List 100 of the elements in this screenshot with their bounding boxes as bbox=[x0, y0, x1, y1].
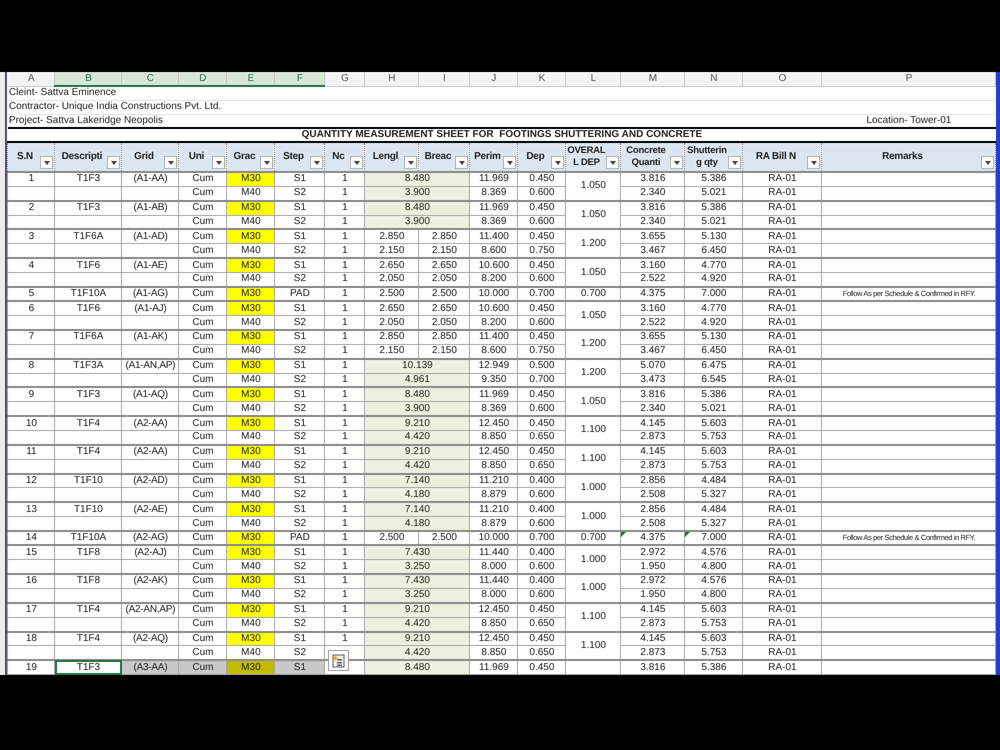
table-cell: (A2-AJ) bbox=[122, 545, 179, 560]
filter-dropdown[interactable] bbox=[310, 156, 324, 169]
filter-dropdown[interactable] bbox=[260, 156, 274, 169]
filter-dropdown[interactable] bbox=[551, 156, 564, 169]
table-cell: 16 bbox=[8, 574, 55, 588]
table-cell: T1F3 bbox=[54, 200, 122, 216]
table-cell: 1.200 bbox=[566, 358, 621, 388]
table-cell: 5.386 bbox=[684, 387, 743, 402]
header-label: Grid bbox=[134, 151, 154, 163]
table-cell bbox=[8, 459, 55, 474]
table-cell: 7 bbox=[8, 330, 55, 344]
column-letter[interactable]: D bbox=[178, 72, 227, 86]
column-letter[interactable]: P bbox=[822, 72, 996, 86]
table-cell bbox=[8, 344, 55, 359]
table-cell bbox=[8, 215, 55, 230]
table-cell: 0.700 bbox=[566, 530, 621, 546]
table-cell: 11.969 bbox=[470, 200, 518, 216]
table-cell: 4.770 bbox=[684, 301, 743, 316]
table-cell: M30 bbox=[226, 358, 275, 374]
filter-dropdown[interactable] bbox=[107, 156, 120, 169]
table-cell: RA-01 bbox=[742, 358, 822, 374]
column-letter[interactable]: J bbox=[470, 72, 518, 86]
filter-dropdown[interactable] bbox=[606, 156, 620, 169]
table-cell: 10.000 bbox=[470, 286, 518, 302]
table-cell: 1.050 bbox=[566, 387, 621, 416]
table-cell: 2.500 bbox=[364, 286, 419, 302]
table-cell: T1F4 bbox=[54, 444, 122, 460]
table-cell: 7.000 bbox=[684, 286, 743, 302]
filter-dropdown[interactable] bbox=[455, 156, 468, 169]
column-letter[interactable]: B bbox=[54, 72, 122, 86]
filter-dropdown[interactable] bbox=[164, 156, 178, 169]
header-label: Breac bbox=[424, 151, 452, 163]
column-letter[interactable]: C bbox=[122, 72, 179, 86]
table-cell: 9.210 bbox=[364, 416, 470, 430]
table-cell: (A2-AN,AP) bbox=[122, 602, 179, 618]
table-cell: (A1-AG) bbox=[122, 286, 179, 302]
table-cell: 2.850 bbox=[364, 330, 419, 344]
column-letter[interactable]: F bbox=[274, 72, 325, 86]
caret-icon bbox=[314, 160, 320, 164]
table-cell: M30 bbox=[226, 416, 275, 430]
column-letter[interactable]: H bbox=[364, 72, 419, 86]
table-cell: 2.500 bbox=[418, 286, 470, 302]
info-text: Contractor- Unique India Constructions Pvt. Ltd. bbox=[8, 101, 222, 112]
column-letter[interactable]: E bbox=[226, 72, 275, 86]
filter-dropdown[interactable] bbox=[350, 156, 364, 169]
filter-dropdown[interactable] bbox=[404, 156, 418, 169]
table-cell: 5.603 bbox=[684, 602, 743, 618]
table-cell: S1 bbox=[274, 660, 325, 675]
table-cell: 8.480 bbox=[364, 660, 470, 675]
table-cell: S1 bbox=[274, 416, 325, 430]
table-cell: 4.770 bbox=[684, 258, 743, 273]
column-letter[interactable]: A bbox=[8, 72, 55, 86]
table-cell: 2.850 bbox=[418, 229, 470, 244]
column-letter[interactable]: I bbox=[418, 72, 470, 86]
caret-icon bbox=[610, 160, 616, 164]
filter-dropdown[interactable] bbox=[212, 156, 226, 169]
table-cell: 18 bbox=[8, 632, 55, 646]
table-cell: 4.145 bbox=[620, 632, 685, 646]
table-cell: 2.650 bbox=[364, 301, 419, 316]
filter-dropdown[interactable] bbox=[728, 156, 742, 169]
paste-options-icon[interactable] bbox=[328, 650, 349, 671]
table-cell: 2.856 bbox=[620, 474, 685, 488]
table-cell: 3 bbox=[8, 229, 55, 244]
column-letter[interactable]: M bbox=[620, 72, 685, 86]
column-letter[interactable]: G bbox=[324, 72, 365, 86]
table-cell: S1 bbox=[274, 574, 325, 588]
table-cell: 11.440 bbox=[470, 574, 518, 588]
caret-icon bbox=[458, 160, 465, 164]
table-cell: (A1-AA) bbox=[122, 172, 179, 186]
info-text: Project- Sattva Lakeridge Neopolis bbox=[8, 114, 163, 126]
caret-icon bbox=[506, 160, 513, 164]
table-cell: 5.603 bbox=[684, 632, 743, 646]
filter-dropdown[interactable] bbox=[807, 156, 820, 169]
column-letter[interactable]: K bbox=[518, 72, 566, 86]
table-cell: 10.600 bbox=[470, 258, 518, 273]
table-cell: 9.210 bbox=[364, 444, 470, 460]
table-cell: 1 bbox=[324, 530, 365, 546]
column-letter[interactable]: N bbox=[684, 72, 743, 86]
table-cell: 9.210 bbox=[364, 632, 470, 646]
table-cell: 12.450 bbox=[470, 444, 518, 460]
header-label: RA Bill N bbox=[756, 151, 796, 163]
table-cell: 2.650 bbox=[418, 301, 470, 316]
table-cell: S1 bbox=[274, 502, 325, 517]
column-letter[interactable]: L bbox=[566, 72, 621, 86]
table-cell: 2.650 bbox=[418, 258, 470, 273]
table-cell: 1.050 bbox=[566, 301, 621, 330]
column-letter[interactable]: O bbox=[742, 72, 822, 86]
table-cell: T1F3 bbox=[54, 660, 122, 675]
table-cell bbox=[8, 488, 55, 502]
filter-dropdown[interactable] bbox=[40, 156, 54, 169]
table-cell: (A2-AG) bbox=[122, 530, 179, 546]
filter-dropdown[interactable] bbox=[503, 156, 516, 169]
filter-dropdown[interactable] bbox=[981, 156, 994, 169]
filter-dropdown[interactable] bbox=[670, 156, 684, 169]
table-cell: 12.450 bbox=[470, 602, 518, 618]
table-cell: RA-01 bbox=[742, 229, 822, 244]
table-cell: 11.969 bbox=[470, 387, 518, 402]
table-cell: M30 bbox=[226, 530, 275, 546]
table-cell: 9.210 bbox=[364, 602, 470, 618]
table-cell: M30 bbox=[226, 602, 275, 618]
